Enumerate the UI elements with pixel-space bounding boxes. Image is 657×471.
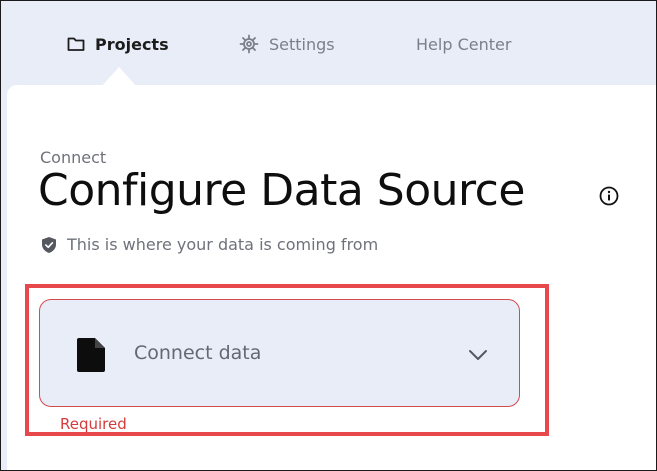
subtitle-text: This is where your data is coming from	[67, 235, 379, 254]
tab-projects[interactable]: Projects	[67, 31, 169, 57]
page-title: Configure Data Source	[38, 165, 525, 216]
shield-check-icon	[41, 236, 57, 254]
tab-settings[interactable]: Settings	[239, 31, 335, 57]
page-subtitle: This is where your data is coming from	[41, 235, 378, 254]
tab-settings-label: Settings	[269, 34, 335, 54]
tab-projects-label: Projects	[95, 34, 169, 54]
gear-icon	[239, 34, 259, 54]
connect-data-select[interactable]: Connect data	[39, 299, 520, 407]
tab-help-center-label: Help Center	[416, 34, 512, 54]
tab-help-center[interactable]: Help Center	[416, 31, 511, 57]
top-navigation: Projects Settings Help Center	[1, 1, 656, 87]
info-icon[interactable]	[599, 186, 619, 206]
chevron-down-icon[interactable]	[468, 346, 488, 365]
active-tab-indicator	[101, 67, 137, 87]
required-error: Required	[60, 415, 127, 433]
folder-icon	[67, 36, 85, 52]
connect-data-label: Connect data	[134, 342, 262, 364]
file-icon	[76, 337, 106, 377]
app-window: Projects Settings Help Center Connect Co…	[0, 0, 657, 471]
